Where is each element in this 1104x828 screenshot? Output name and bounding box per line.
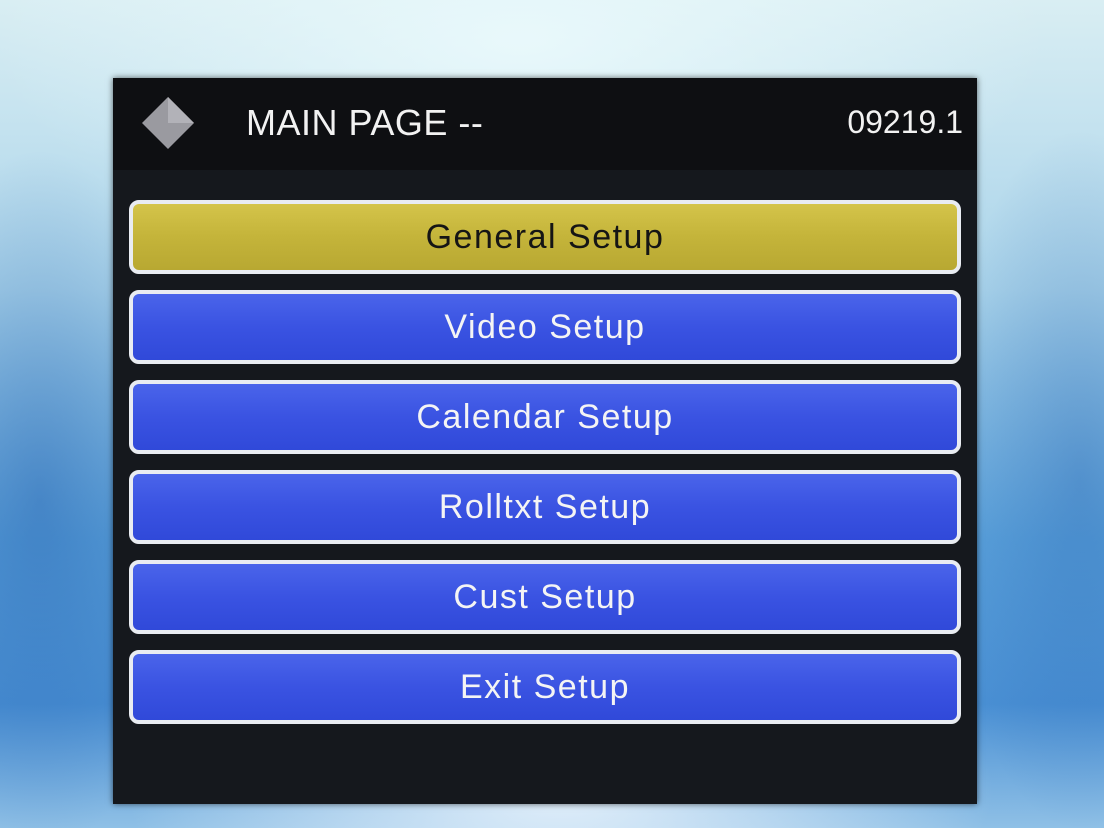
menu-item-label: Rolltxt Setup bbox=[438, 487, 652, 526]
setup-menu-panel: MAIN PAGE -- 09219.1 General Setup Video… bbox=[113, 78, 977, 804]
version-number: 09219.1 bbox=[847, 104, 963, 140]
menu-header: MAIN PAGE -- 09219.1 bbox=[113, 78, 977, 170]
menu-item-video-setup[interactable]: Video Setup bbox=[129, 290, 961, 364]
menu-item-label: Cust Setup bbox=[453, 577, 637, 616]
menu-item-label: General Setup bbox=[425, 217, 665, 256]
diamond-icon bbox=[142, 97, 194, 149]
main-menu: General Setup Video Setup Calendar Setup… bbox=[129, 200, 965, 740]
menu-item-label: Video Setup bbox=[444, 307, 646, 346]
menu-item-rolltxt-setup[interactable]: Rolltxt Setup bbox=[129, 470, 961, 544]
menu-item-calendar-setup[interactable]: Calendar Setup bbox=[129, 380, 961, 454]
menu-item-general-setup[interactable]: General Setup bbox=[129, 200, 961, 274]
page-title: MAIN PAGE -- bbox=[246, 102, 484, 143]
menu-item-cust-setup[interactable]: Cust Setup bbox=[129, 560, 961, 634]
menu-item-label: Exit Setup bbox=[460, 667, 630, 706]
menu-item-exit-setup[interactable]: Exit Setup bbox=[129, 650, 961, 724]
menu-item-label: Calendar Setup bbox=[416, 397, 674, 436]
tv-screen: MAIN PAGE -- 09219.1 General Setup Video… bbox=[0, 0, 1104, 828]
